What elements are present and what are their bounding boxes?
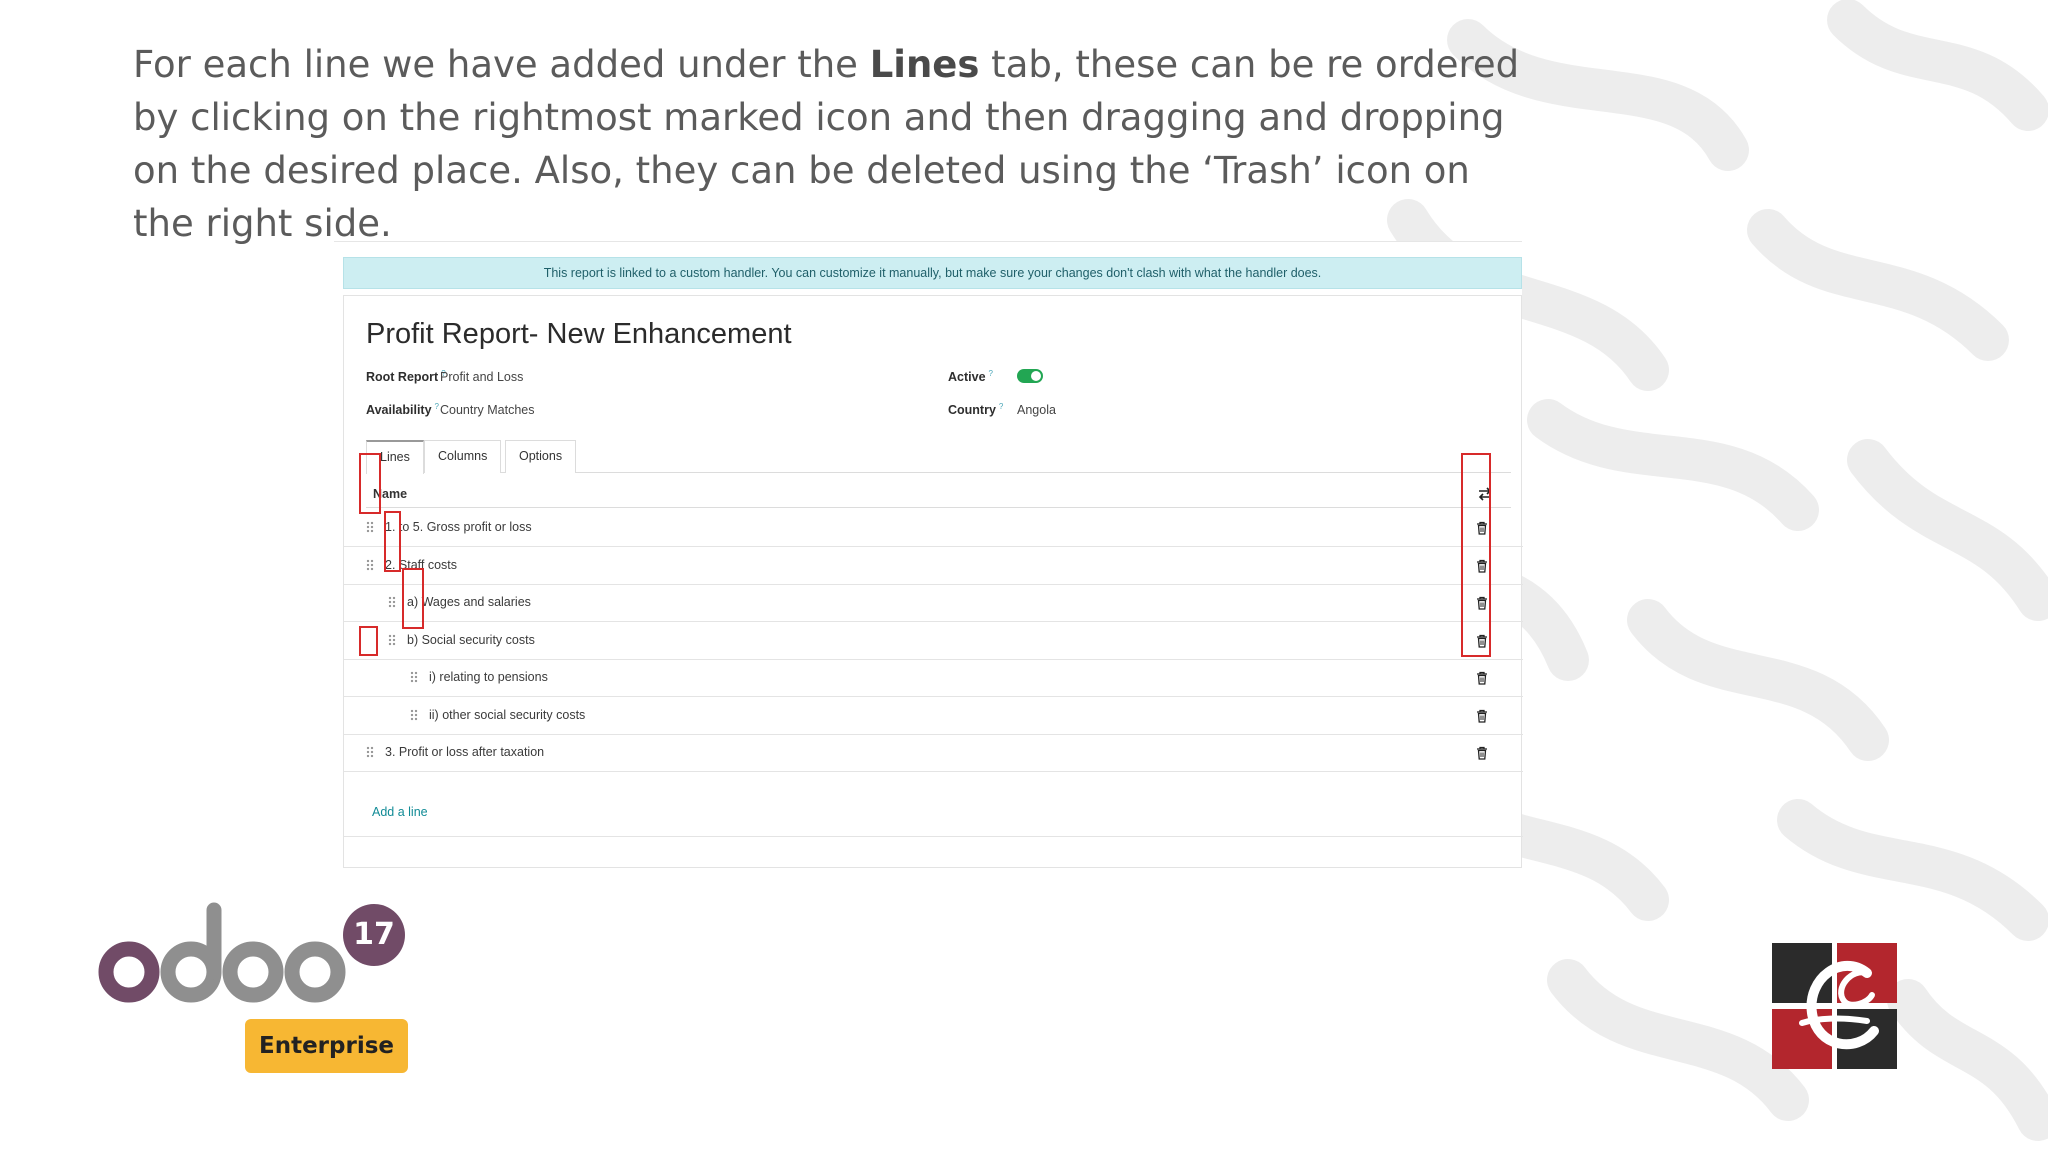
row-label[interactable]: 3. Profit or loss after taxation [385,745,544,759]
row-label[interactable]: 1. to 5. Gross profit or loss [385,520,532,534]
row-label[interactable]: i) relating to pensions [429,670,548,684]
country-value[interactable]: Angola [1017,403,1056,417]
highlight-box [384,511,401,572]
drag-handle-icon[interactable] [410,708,418,721]
drag-handle-icon[interactable] [366,746,374,758]
drag-handle-icon[interactable] [410,671,418,683]
trash-icon[interactable] [1476,746,1488,760]
highlight-box [359,626,378,656]
active-toggle[interactable] [1017,369,1043,383]
highlight-box [359,453,381,514]
table-row[interactable]: 3. Profit or loss after taxation [344,734,1523,772]
intro-text-1: For each line we have added under the [133,43,870,86]
active-label: Active? [948,369,993,385]
highlight-box [1461,453,1491,657]
help-icon[interactable]: ? [989,369,993,378]
table-header: Name [366,481,1511,508]
table-row[interactable]: i) relating to pensions [344,659,1523,697]
version-badge: 17 [343,904,405,966]
table-row[interactable]: 1. to 5. Gross profit or loss [344,509,1523,547]
divider [334,241,1522,242]
intro-bold-lines: Lines [869,43,980,86]
help-icon[interactable]: ? [435,402,439,411]
row-label[interactable]: a) Wages and salaries [407,595,531,609]
add-line-link[interactable]: Add a line [372,805,428,819]
row-label[interactable]: ii) other social security costs [429,708,585,722]
row-label[interactable]: b) Social security costs [407,633,535,647]
company-logo [1772,943,1897,1069]
table-row[interactable]: a) Wages and salaries [344,584,1523,622]
highlight-box [402,568,424,629]
drag-handle-icon[interactable] [388,633,396,646]
availability-value[interactable]: Country Matches [440,403,534,417]
table-row[interactable]: 2. Staff costs [344,547,1523,585]
drag-handle-icon[interactable] [388,596,396,608]
report-title[interactable]: Profit Report- New Enhancement [366,318,792,351]
trash-icon[interactable] [1476,709,1488,723]
tab-columns[interactable]: Columns [424,440,502,473]
form-sheet: Profit Report- New Enhancement Root Repo… [343,295,1523,868]
table-row[interactable]: ii) other social security costs [344,697,1523,735]
root-report-label: Root Report? [366,369,446,385]
info-banner: This report is linked to a custom handle… [343,257,1522,289]
report-screenshot: This report is linked to a custom handle… [334,241,1523,868]
table-row[interactable]: b) Social security costs [344,622,1523,660]
tab-options[interactable]: Options [505,440,577,473]
trash-icon[interactable] [1476,671,1488,685]
notebook-tabs: Lines Columns Options [366,440,1511,474]
edition-badge: Enterprise [245,1019,408,1073]
root-report-value[interactable]: Profit and Loss [440,370,523,384]
drag-handle-icon[interactable] [366,521,374,533]
help-icon[interactable]: ? [999,402,1003,411]
drag-handle-icon[interactable] [366,558,374,571]
country-label: Country? [948,402,1004,418]
divider [344,836,1523,837]
intro-paragraph: For each line we have added under the Li… [133,38,1533,250]
availability-label: Availability? [366,402,439,418]
